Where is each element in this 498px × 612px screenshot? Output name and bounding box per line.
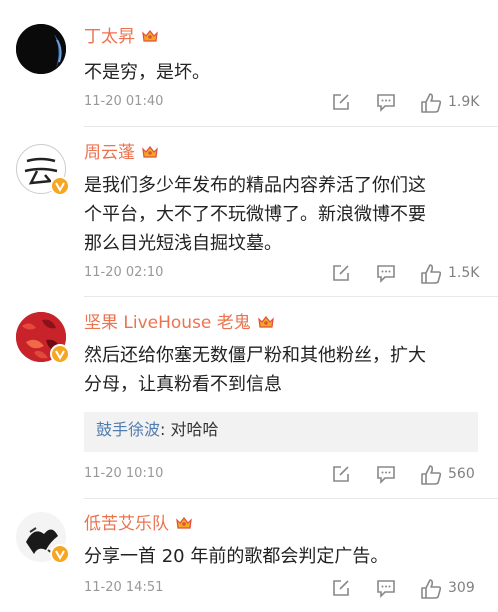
- like-count: 1.5K: [448, 265, 480, 281]
- comment-text-line: 那么目光短浅自掘坟墓。: [84, 233, 282, 254]
- verified-badge: [50, 544, 70, 564]
- username[interactable]: 周云蓬: [84, 142, 159, 164]
- comment-text-line: 然后还给你塞无数僵尸粉和其他粉丝，扩大: [84, 345, 426, 366]
- username[interactable]: 坚果 LiveHouse 老鬼: [84, 312, 275, 334]
- comment-text-line: 是我们多少年发布的精品内容养活了你们这: [84, 175, 426, 196]
- reply-author[interactable]: 鼓手徐波: [96, 420, 160, 439]
- repost-icon[interactable]: [331, 92, 351, 112]
- comment-text: 分享一首 20 年前的歌都会判定广告。: [84, 546, 389, 567]
- comment-text: 是我们多少年发布的精品内容养活了你们这 个平台，大不了不玩微博了。新浪微博不要 …: [84, 171, 480, 258]
- comment-text: 不是穷，是坏。: [84, 62, 210, 83]
- divider: [84, 126, 498, 127]
- comment-icon[interactable]: [376, 263, 396, 283]
- like-icon[interactable]: [420, 92, 442, 114]
- username[interactable]: 低苦艾乐队: [84, 513, 193, 535]
- repost-icon[interactable]: [331, 464, 351, 484]
- divider: [84, 296, 498, 297]
- timestamp: 11-20 02:10: [84, 265, 164, 280]
- comment-meta: 11-20 14:51 309: [84, 578, 484, 600]
- crown-icon: [142, 146, 158, 158]
- comment-text-line: 个平台，大不了不玩微博了。新浪微博不要: [84, 204, 426, 225]
- verified-badge: [50, 176, 70, 196]
- like-icon[interactable]: [420, 263, 442, 285]
- comment-meta: 11-20 02:10 1.5K: [84, 263, 484, 285]
- comment-icon[interactable]: [376, 578, 396, 598]
- username-text[interactable]: 低苦艾乐队: [84, 514, 169, 534]
- username[interactable]: 丁太昇: [84, 26, 159, 48]
- verified-v-icon: [55, 550, 65, 561]
- reply-box[interactable]: 鼓手徐波: 对哈哈: [84, 412, 478, 452]
- avatar[interactable]: [16, 24, 66, 74]
- crown-icon: [176, 517, 192, 529]
- crown-icon: [142, 30, 158, 42]
- like-icon[interactable]: [420, 578, 442, 600]
- timestamp: 11-20 01:40: [84, 94, 164, 109]
- username-text[interactable]: 丁太昇: [84, 27, 135, 47]
- username-text[interactable]: 周云蓬: [84, 143, 135, 163]
- like-count: 309: [448, 580, 475, 596]
- dark-globe-avatar-icon: [16, 24, 66, 74]
- verified-v-icon: [55, 182, 65, 193]
- timestamp: 11-20 14:51: [84, 580, 164, 595]
- crown-icon: [257, 316, 274, 328]
- comment-text-line: 分母，让真粉看不到信息: [84, 374, 282, 395]
- username-text[interactable]: 坚果 LiveHouse 老鬼: [84, 313, 251, 333]
- like-icon[interactable]: [420, 464, 442, 486]
- verified-badge: [50, 344, 70, 364]
- reply-text: : 对哈哈: [160, 420, 219, 439]
- comment-icon[interactable]: [376, 464, 396, 484]
- divider: [84, 498, 498, 499]
- verified-v-icon: [55, 350, 65, 361]
- repost-icon[interactable]: [331, 578, 351, 598]
- like-count: 560: [448, 466, 475, 482]
- comment-icon[interactable]: [376, 92, 396, 112]
- like-count: 1.9K: [448, 94, 480, 110]
- repost-icon[interactable]: [331, 263, 351, 283]
- comment-text: 然后还给你塞无数僵尸粉和其他粉丝，扩大 分母，让真粉看不到信息: [84, 341, 480, 399]
- comment-meta: 11-20 10:10 560: [84, 464, 484, 486]
- comment-meta: 11-20 01:40 1.9K: [84, 92, 484, 114]
- timestamp: 11-20 10:10: [84, 466, 164, 481]
